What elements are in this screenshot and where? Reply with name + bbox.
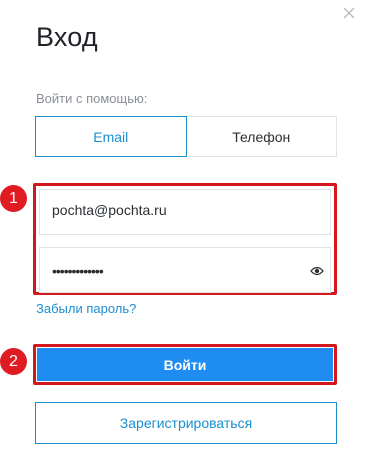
email-field[interactable] — [39, 189, 331, 235]
login-button[interactable]: Войти — [37, 348, 333, 381]
eye-icon[interactable] — [310, 264, 324, 276]
register-button[interactable]: Зарегистрироваться — [35, 402, 337, 444]
step-marker-1: 1 — [0, 185, 27, 212]
login-highlight: Войти — [33, 344, 337, 385]
login-with-label: Войти с помощью: — [36, 91, 148, 106]
login-method-tabs: Email Телефон — [35, 116, 337, 157]
page-title: Вход — [36, 22, 98, 52]
tab-phone[interactable]: Телефон — [187, 117, 337, 156]
forgot-password-link[interactable]: Забыли пароль? — [36, 301, 136, 316]
password-field[interactable]: ••••••••••••• — [39, 247, 331, 293]
step-marker-2: 2 — [0, 348, 27, 375]
close-icon[interactable] — [341, 5, 357, 21]
password-input[interactable]: ••••••••••••• — [52, 263, 104, 279]
credentials-highlight: ••••••••••••• — [33, 183, 337, 295]
email-input[interactable] — [52, 202, 302, 218]
tab-email[interactable]: Email — [35, 116, 187, 157]
